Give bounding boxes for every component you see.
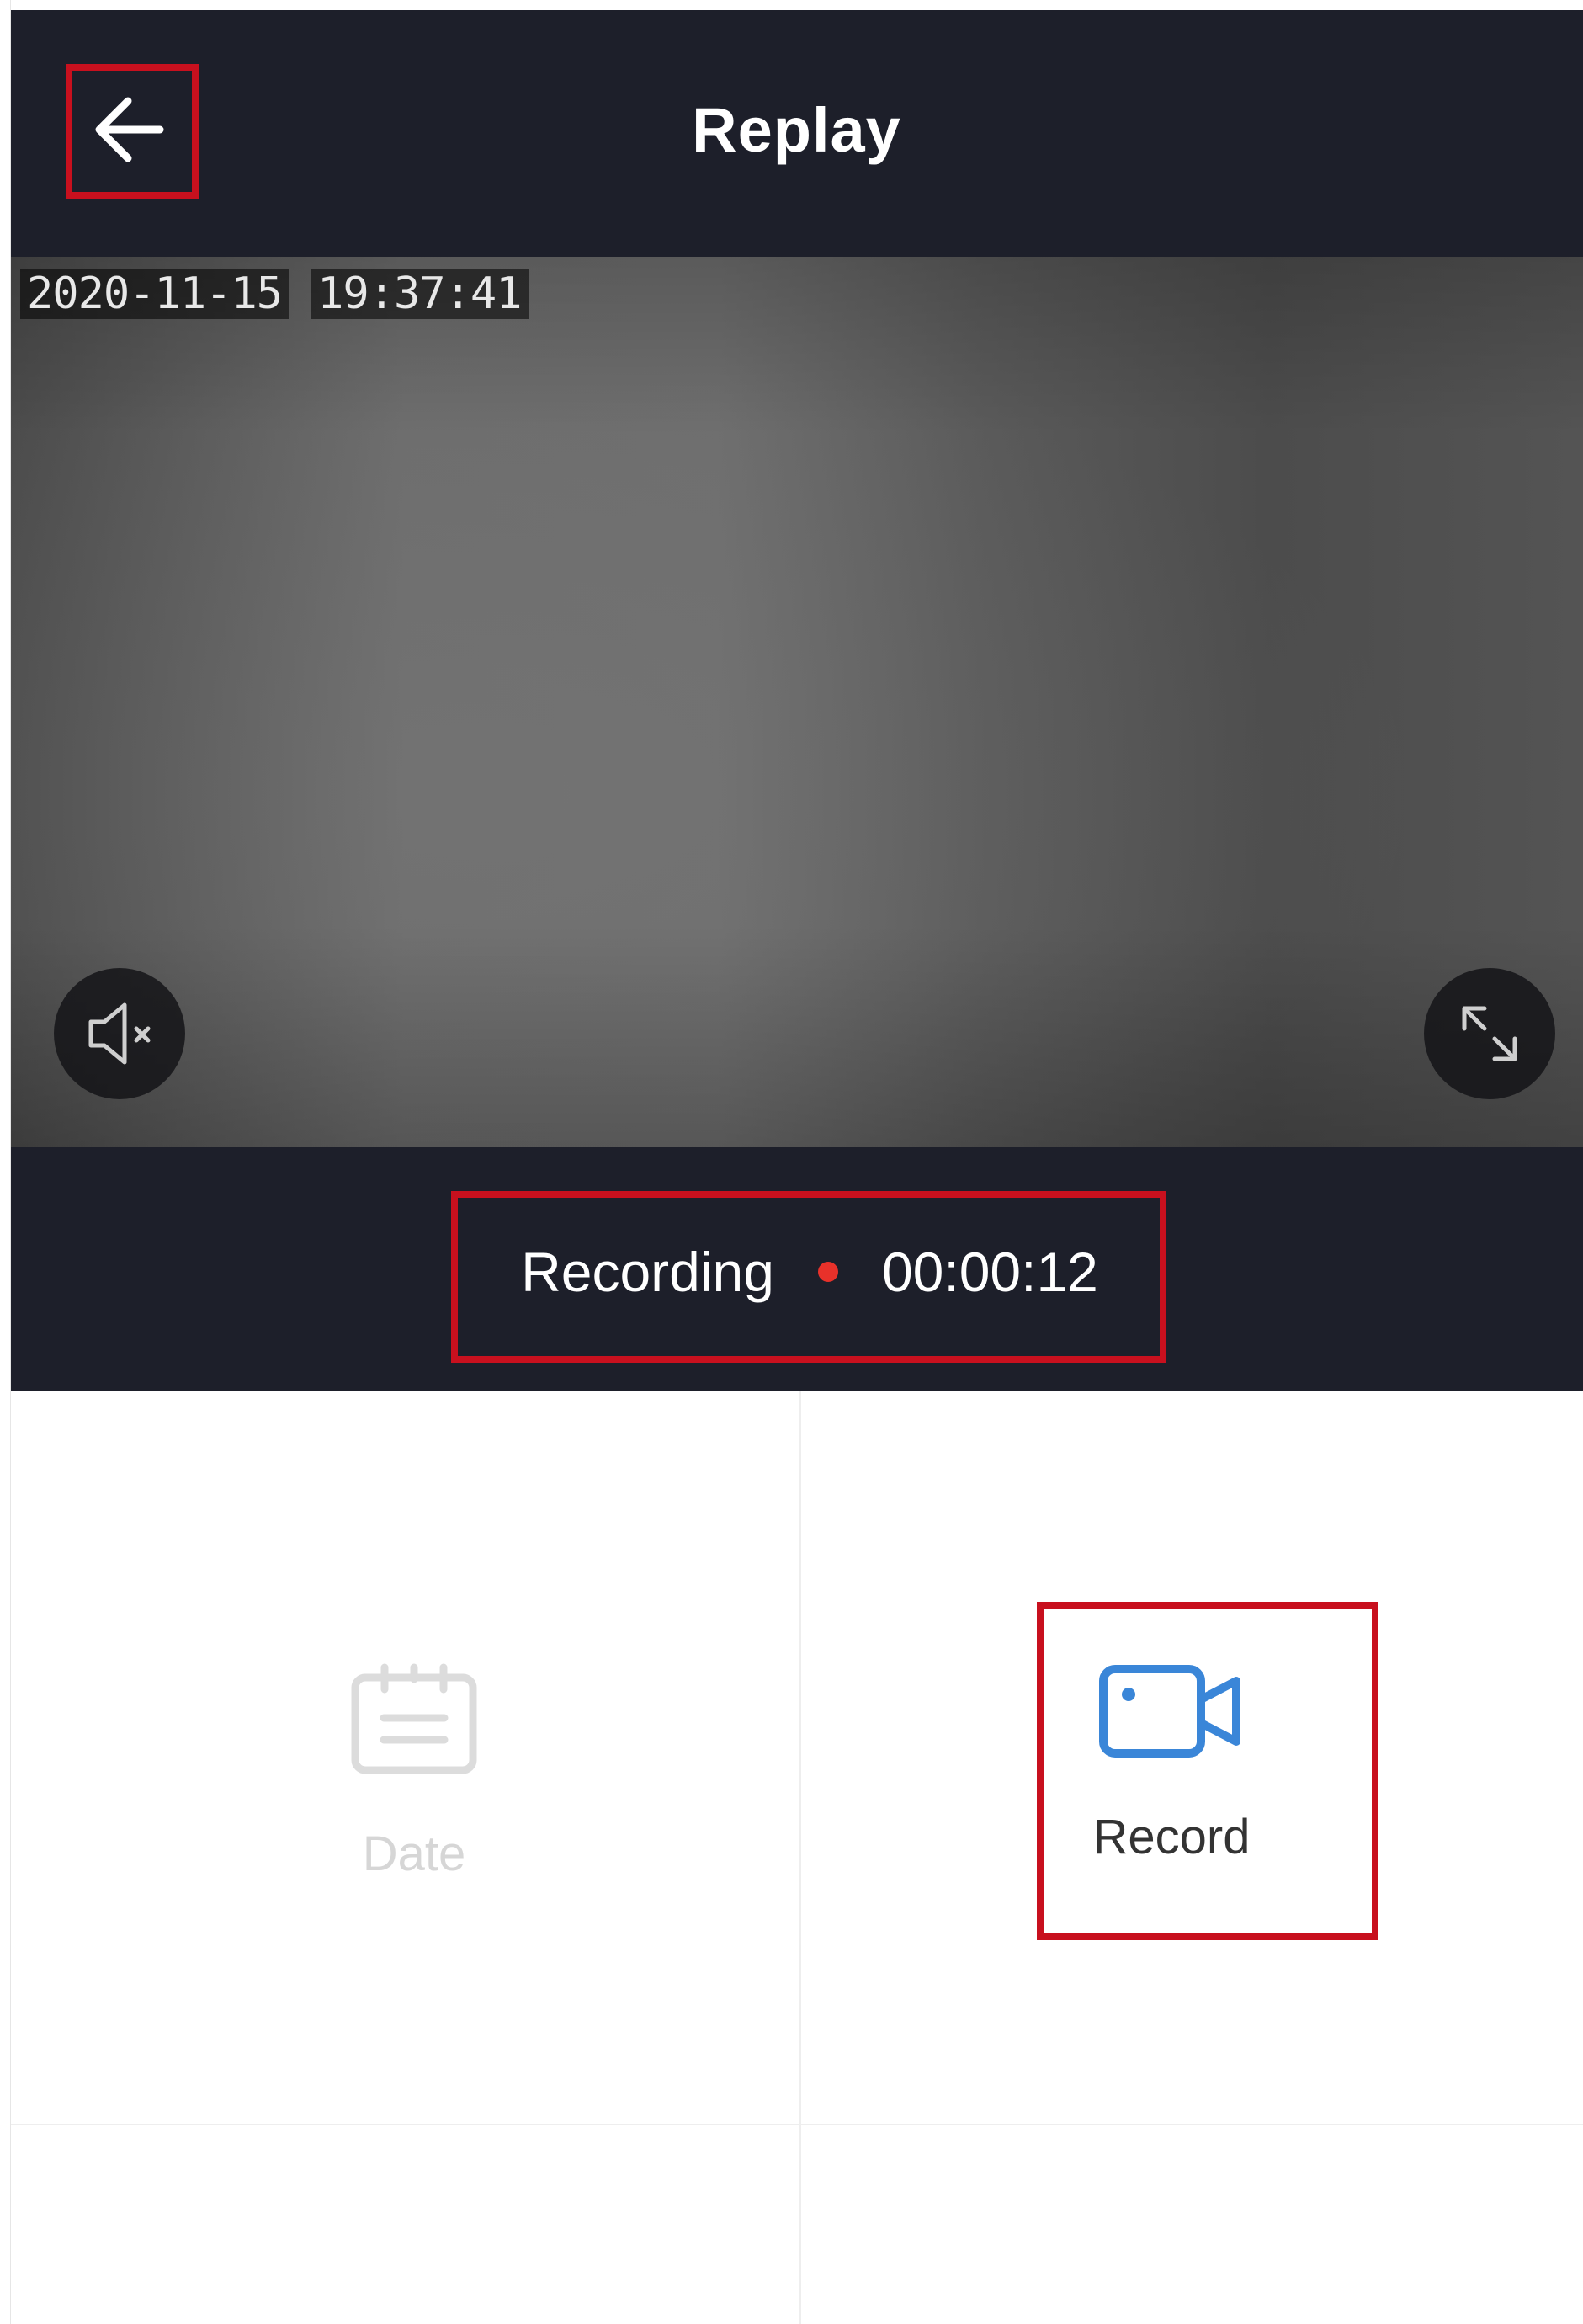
video-time: 19:37:41 [311, 269, 529, 319]
mute-button[interactable] [54, 968, 185, 1099]
grid-divider-vertical [799, 1391, 801, 2324]
recording-bar: Recording 00:00:12 [10, 1147, 1583, 1391]
action-grid: Date Record [10, 1391, 1583, 2324]
video-date: 2020-11-15 [20, 269, 290, 319]
recording-status: Recording 00:00:12 [490, 1240, 1129, 1304]
fullscreen-button[interactable] [1424, 968, 1555, 1099]
date-label: Date [362, 1827, 466, 1881]
page-title: Replay [692, 95, 901, 165]
speaker-muted-icon [88, 1002, 151, 1065]
recording-timer: 00:00:12 [881, 1241, 1098, 1303]
top-bar: Replay [10, 10, 1583, 257]
recording-label: Recording [521, 1241, 774, 1303]
replay-screen: Replay 2020-11-15 19:37:41 Recording 00:… [0, 0, 1583, 2324]
grid-divider-horizontal [10, 2124, 1583, 2125]
expand-icon [1462, 1006, 1517, 1061]
screen-edge [0, 0, 11, 2324]
record-label: Record [1092, 1810, 1251, 1864]
video-camera-icon [1099, 1665, 1240, 1758]
record-button[interactable]: Record [1045, 1661, 1298, 1865]
date-button[interactable]: Date [288, 1661, 540, 1882]
calendar-icon [351, 1663, 477, 1774]
video-player[interactable]: 2020-11-15 19:37:41 [10, 257, 1583, 1147]
video-timestamp: 2020-11-15 19:37:41 [20, 269, 529, 319]
recording-dot-icon [817, 1262, 838, 1282]
